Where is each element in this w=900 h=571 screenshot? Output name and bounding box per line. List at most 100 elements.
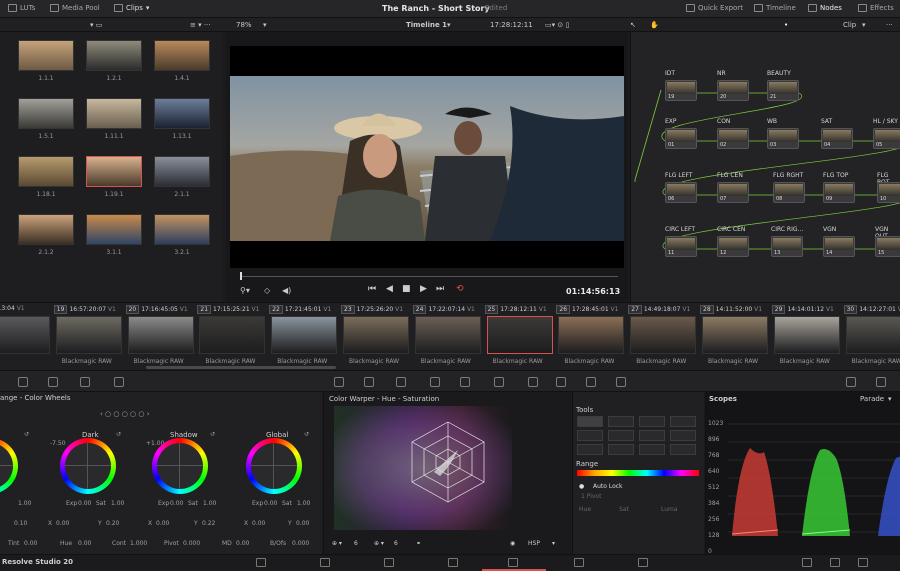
timeline-clip[interactable] [702,316,768,354]
nodes-tab[interactable]: Nodes [808,4,842,12]
media-thumbnail[interactable] [18,98,74,129]
settings-icon[interactable] [802,558,812,567]
layers-icon[interactable]: ◇ [264,286,270,295]
zoom-icon[interactable] [48,377,58,387]
media-thumbnail[interactable] [154,98,210,129]
warper-tool-button[interactable] [639,430,665,441]
grade-node[interactable]: 02 [717,128,749,149]
project-settings-icon[interactable] [858,558,868,567]
grade-node[interactable]: 12 [717,236,749,257]
timeline-clip[interactable] [55,316,122,354]
media-thumbnail[interactable] [86,156,142,187]
media-thumbnail[interactable] [154,156,210,187]
cut-page-icon[interactable] [320,558,330,567]
play-button[interactable]: ▶ [420,284,427,294]
media-thumbnail[interactable] [18,156,74,187]
sat-value[interactable]: 1.00 [111,500,124,507]
timeline-clip[interactable] [558,316,625,354]
auto-lock-toggle[interactable]: ● [579,483,584,490]
grade-node[interactable]: 05 [873,128,900,149]
color-match-icon[interactable] [18,377,28,387]
sizing-icon[interactable] [616,377,626,387]
deliver-page-icon[interactable] [638,558,648,567]
grade-node[interactable]: 07 [717,182,749,203]
fusion-page-icon[interactable] [448,558,458,567]
scrub-bar[interactable] [240,276,618,277]
cont-value[interactable]: 1.000 [130,540,147,547]
grade-node[interactable]: 14 [823,236,855,257]
jump-start-button[interactable]: ⏮ [368,284,376,294]
grade-node[interactable]: 20 [717,80,749,101]
timeline-clip[interactable] [199,316,266,354]
grade-node[interactable]: 10 [877,182,900,203]
clips-tab[interactable]: Clips ▾ [114,4,149,12]
reset-icon[interactable]: ↺ [304,431,309,438]
media-thumbnail[interactable] [86,214,142,245]
key-icon[interactable] [586,377,596,387]
sort-icon[interactable]: ≡ ▾ ··· [190,21,211,29]
pivot-value[interactable]: 0.000 [183,540,200,547]
viewer-mode-icons[interactable]: ▭▾ ⊙ ▯ [545,21,569,29]
warper-tool-button[interactable] [608,444,634,455]
jump-end-button[interactable]: ⏭ [436,284,444,294]
grid-select-b[interactable]: ⊕ ▾ [374,540,384,547]
grid-value-b[interactable]: 6 [394,540,398,547]
loop-button[interactable]: ⟲ [456,284,464,294]
step-back-button[interactable]: ◀ [386,284,393,294]
media-thumbnail[interactable] [86,40,142,71]
w1-value[interactable]: 1.00 [18,500,31,507]
y-value[interactable]: 0.22 [202,520,215,527]
warper-tool-button[interactable] [639,444,665,455]
light-wheel[interactable] [0,438,18,494]
timeline-clip[interactable] [845,316,900,354]
grade-node[interactable]: 06 [665,182,697,203]
video-frame[interactable] [230,46,624,268]
timeline-select[interactable]: Timeline 1 [406,21,447,29]
3d-icon[interactable] [846,377,856,387]
home-icon[interactable] [830,558,840,567]
warper-tool-button[interactable] [670,416,696,427]
window-icon[interactable] [460,377,470,387]
sat-value[interactable]: 1.00 [203,500,216,507]
grid-select-a[interactable]: ⊕ ▾ [332,540,342,547]
warper-grid[interactable] [324,406,572,530]
media-pool-tab[interactable]: Media Pool [50,4,100,12]
media-thumbnail[interactable] [18,214,74,245]
quick-export-button[interactable]: Quick Export [686,4,743,12]
shadow-wheel[interactable] [152,438,208,494]
mode-select[interactable]: HSP [528,540,540,547]
warper-tool-button[interactable] [608,416,634,427]
grade-node[interactable]: 19 [665,80,697,101]
pointer-icon[interactable]: ↖ [630,21,636,29]
exp-value[interactable]: 0.00 [170,500,183,507]
timeline-clip[interactable] [0,316,50,354]
timeline-clip[interactable] [486,316,553,354]
warper-tool-button[interactable] [577,430,603,441]
blur-icon[interactable] [556,377,566,387]
grade-node[interactable]: 11 [665,236,697,257]
wheel-mode-dots[interactable]: ‹ ○ ○ ○ ○ ○ › [100,410,150,418]
tracker-icon[interactable] [494,377,504,387]
grade-node[interactable]: 04 [821,128,853,149]
timeline-clip[interactable] [271,316,338,354]
media-thumbnail[interactable] [86,98,142,129]
cursor-icon[interactable] [80,377,90,387]
grid-value-a[interactable]: 6 [354,540,358,547]
warper-icon[interactable] [364,377,374,387]
media-thumbnail[interactable] [154,214,210,245]
md-value[interactable]: 0.00 [236,540,249,547]
fairlight-page-icon[interactable] [574,558,584,567]
dark-wheel[interactable] [60,438,116,494]
hue-value[interactable]: 0.00 [78,540,91,547]
eyedropper-icon[interactable]: ⚲▾ [240,286,250,295]
warper-tool-button[interactable] [577,416,603,427]
scope-mode-chevron-icon[interactable]: ▾ [888,395,892,403]
grade-node[interactable]: 09 [823,182,855,203]
w1-y-value[interactable]: 0.10 [14,520,27,527]
timeline-clip[interactable] [630,316,697,354]
curves-icon[interactable] [334,377,344,387]
global-wheel[interactable] [246,438,302,494]
view-options-icon[interactable]: ▾ ▭ [90,21,102,29]
hand-icon[interactable]: ✋ [650,21,659,29]
timeline-tab[interactable]: Timeline [754,4,796,12]
